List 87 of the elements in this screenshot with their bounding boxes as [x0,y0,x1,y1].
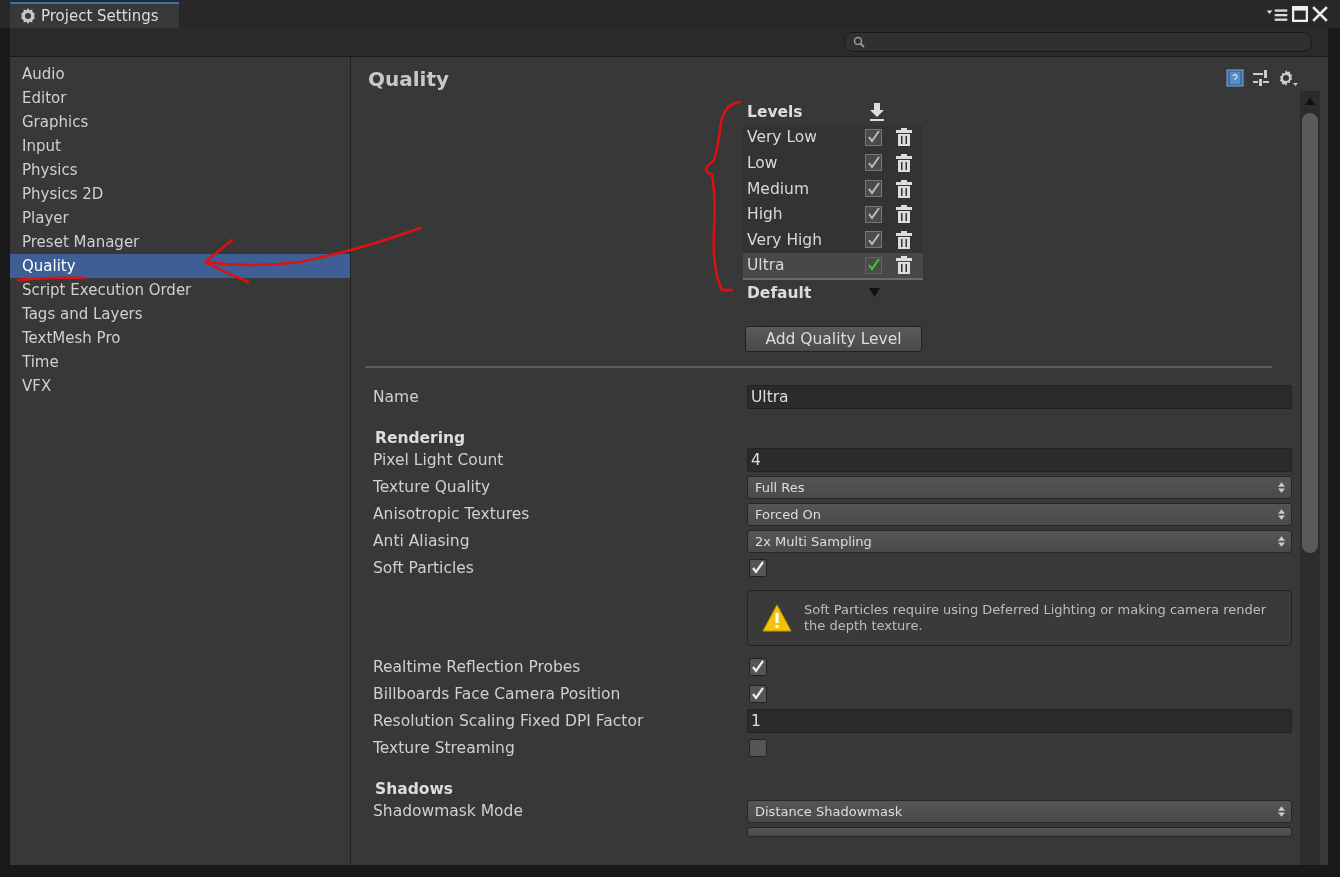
sidebar-item[interactable]: Physics [10,158,350,182]
dropdown[interactable]: Forced On [747,502,1292,526]
section-heading: Shadows [375,779,453,798]
window-title: Project Settings [41,7,159,25]
level-checkbox[interactable] [865,231,882,249]
level-name: Ultra [747,256,786,275]
quality-level-row[interactable]: Ultra [743,252,923,279]
levels-header: Levels [747,102,803,121]
setting-label: Realtime Reflection Probes [373,658,582,677]
setting-label: Anisotropic Textures [373,505,531,524]
setting-label: Pixel Light Count [373,451,505,470]
level-checkbox[interactable] [865,128,882,146]
close-icon[interactable] [1312,6,1328,22]
sidebar-item[interactable]: VFX [10,374,350,398]
quality-level-row[interactable]: Very Low [743,124,923,151]
warning-text: Soft Particles require using Deferred Lighting or making camera render the depth texture. [804,601,1268,634]
text-field[interactable]: 4 [747,448,1292,473]
sidebar-item[interactable]: Editor [10,86,350,110]
trash-icon[interactable] [896,128,912,147]
dropdown[interactable]: Full Res [747,475,1292,499]
quality-level-row[interactable]: Medium [743,175,923,202]
trash-icon[interactable] [896,154,912,172]
section-heading: Rendering [375,428,466,447]
window-tab[interactable]: Project Settings [10,2,179,28]
trash-icon[interactable] [896,179,912,198]
checkbox[interactable] [749,739,767,758]
setting-label: Name [373,388,420,407]
updown-icon [1278,508,1285,520]
updown-icon [1278,481,1285,493]
download-arrow-icon [869,102,885,121]
sidebar-item[interactable]: Audio [10,62,350,86]
sidebar-item[interactable]: Physics 2D [10,182,350,206]
help-book-icon[interactable] [1226,69,1244,87]
trash-icon[interactable] [896,230,912,249]
level-checkbox[interactable] [865,205,882,223]
sidebar-item[interactable]: Input [10,134,350,158]
add-quality-level-button[interactable]: Add Quality Level [745,325,922,352]
search-field[interactable] [844,32,1312,52]
level-checkbox[interactable] [865,154,882,172]
trash-icon[interactable] [896,256,912,275]
sliders-icon[interactable] [1252,69,1270,87]
default-label: Default [747,283,812,302]
checkbox[interactable] [749,658,767,677]
menu-icon[interactable] [1266,6,1288,22]
sidebar-item[interactable]: Preset Manager [10,230,350,254]
sidebar-item[interactable]: TextMesh Pro [10,326,350,350]
setting-label: Resolution Scaling Fixed DPI Factor [373,712,645,731]
quality-level-row[interactable]: Very High [743,226,923,253]
search-icon [853,36,865,48]
sidebar-item[interactable]: Graphics [10,110,350,134]
maximize-icon[interactable] [1292,6,1308,22]
warning-icon [762,603,792,632]
hand-drawn-underline [16,276,87,282]
updown-icon [1278,805,1285,817]
scrollbar[interactable] [1300,91,1320,865]
checkbox[interactable] [749,685,767,704]
setting-label: Shadowmask Mode [373,802,524,821]
level-name: Low [747,154,779,172]
sidebar-item[interactable]: Quality [10,254,350,278]
setting-label: Billboards Face Camera Position [373,685,622,704]
quality-level-row[interactable]: High [743,201,923,227]
text-field[interactable]: 1 [747,709,1292,734]
level-name: Medium [747,179,810,198]
scroll-thumb[interactable] [1302,113,1318,553]
level-name: Very Low [747,128,818,147]
setting-label: Anti Aliasing [373,532,471,551]
setting-label: Soft Particles [373,559,475,578]
quality-level-row[interactable]: Low [743,150,923,176]
setting-label: Texture Quality [373,478,492,497]
setting-label: Texture Streaming [373,739,516,758]
sidebar-item[interactable]: Player [10,206,350,230]
panel-title: Quality [367,67,450,91]
sidebar-item[interactable]: Time [10,350,350,374]
sidebar-item[interactable]: Tags and Layers [10,302,350,326]
trash-icon[interactable] [896,205,912,224]
dropdown[interactable]: 2x Multi Sampling [747,529,1292,553]
level-checkbox[interactable] [865,180,882,198]
level-name: Very High [747,230,824,249]
gear-icon [20,8,36,24]
settings-icon[interactable] [1278,69,1298,87]
dropdown[interactable]: Distance Shadowmask [747,799,1292,823]
checkbox[interactable] [749,559,767,578]
level-name: High [747,205,784,224]
updown-icon [1278,535,1285,547]
level-checkbox[interactable] [865,256,882,274]
text-field[interactable]: Ultra [747,385,1292,410]
sidebar-item[interactable]: Script Execution Order [10,278,350,302]
